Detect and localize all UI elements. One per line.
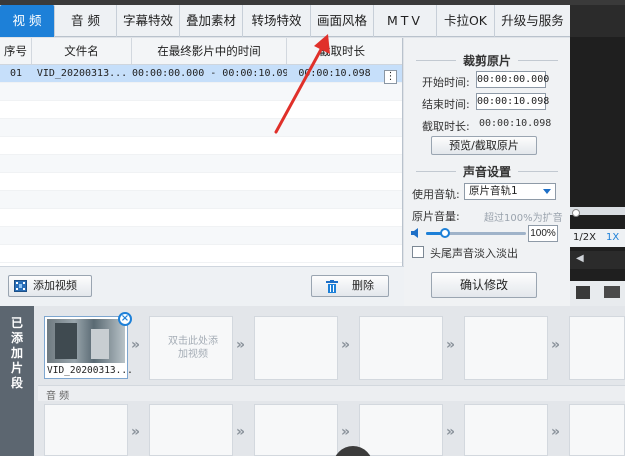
player-transport: ◀: [570, 251, 625, 269]
empty-row: [0, 101, 402, 119]
empty-clip-slot[interactable]: 双击此处添加视频: [149, 316, 233, 380]
video-list-toolbar: 添加视频 删除: [0, 266, 404, 306]
end-time-input[interactable]: 00:00:10.098: [476, 93, 549, 110]
crop-section-title: 裁剪原片: [404, 52, 570, 69]
fade-checkbox[interactable]: [412, 246, 424, 258]
video-list-table: 序号 文件名 在最终影片中的时间 截取时长 01 VID_20200313...…: [0, 38, 403, 266]
volume-slider-knob[interactable]: [440, 228, 450, 238]
clip-preview-image: [47, 319, 125, 363]
timeline-panel: 已添加片段 VID_20200313... × » 双击此处添加视频 » » »…: [0, 306, 625, 456]
speed-half-button[interactable]: 1/2X: [573, 229, 596, 247]
empty-row: [0, 83, 402, 101]
added-clips-side-tab[interactable]: 已添加片段: [0, 306, 34, 456]
volume-hint: 超过100%为扩音: [484, 213, 563, 224]
audio-slot[interactable]: [569, 404, 625, 456]
chevron-right-icon: »: [131, 424, 140, 440]
row-more-options-icon[interactable]: ⋮: [384, 70, 397, 84]
chevron-right-icon: »: [236, 337, 245, 353]
remove-clip-icon[interactable]: ×: [118, 312, 132, 326]
snapshot-icon[interactable]: [576, 286, 590, 299]
cell-index: 01: [9, 68, 23, 79]
film-add-icon: [14, 280, 27, 292]
chevron-right-icon: »: [341, 424, 350, 440]
column-header-index: 序号: [0, 38, 32, 64]
cell-time-range: 00:00:00.000 - 00:00:10.098: [132, 68, 287, 79]
audio-track-value: 原片音轨1: [469, 185, 518, 197]
chevron-right-icon: »: [551, 337, 560, 353]
empty-row: [0, 119, 402, 137]
chevron-down-icon: [543, 189, 551, 194]
volume-label: 原片音量:: [412, 210, 460, 223]
table-header: 序号 文件名 在最终影片中的时间 截取时长: [0, 38, 402, 65]
annotation-arrow-icon: [274, 34, 330, 134]
player-tools: [570, 281, 625, 306]
audio-slot[interactable]: [149, 404, 233, 456]
tab-overlay-material[interactable]: 叠加素材: [180, 5, 243, 37]
speed-controls: 1/2X 1X: [570, 229, 625, 247]
placeholder-text: 双击此处添加视频: [168, 336, 218, 360]
audio-slot[interactable]: [254, 404, 338, 456]
chevron-right-icon: »: [236, 424, 245, 440]
tab-karaoke[interactable]: 卡拉OK: [437, 5, 495, 37]
tab-mtv[interactable]: MTV: [374, 5, 437, 37]
clip-filename: VID_20200313...: [47, 365, 133, 376]
preview-player-area: 1/2X 1X ◀: [570, 37, 625, 306]
tab-subtitle-effects[interactable]: 字幕特效: [117, 5, 180, 37]
column-header-time-range: 在最终影片中的时间: [132, 38, 287, 64]
empty-row: [0, 245, 402, 263]
chevron-right-icon: »: [446, 424, 455, 440]
empty-row: [0, 137, 402, 155]
chevron-right-icon: »: [131, 337, 140, 353]
cell-filename: VID_20200313...: [36, 68, 128, 79]
duration-label: 截取时长:: [422, 120, 470, 133]
delete-label: 删除: [352, 279, 374, 292]
fade-label: 头尾声音淡入淡出: [430, 247, 518, 260]
start-time-label: 开始时间:: [422, 76, 470, 89]
speaker-icon: [411, 228, 418, 238]
empty-clip-slot[interactable]: [359, 316, 443, 380]
trash-icon: [326, 280, 338, 293]
empty-row: [0, 209, 402, 227]
empty-clip-slot[interactable]: [254, 316, 338, 380]
video-clip-thumbnail[interactable]: VID_20200313...: [44, 316, 133, 379]
tab-audio[interactable]: 音 频: [55, 5, 117, 37]
properties-panel: 裁剪原片 开始时间: 00:00:00.000 结束时间: 00:00:10.0…: [404, 38, 570, 306]
add-video-button[interactable]: 添加视频: [8, 275, 92, 297]
empty-row: [0, 191, 402, 209]
audio-track-label: 使用音轨:: [412, 188, 460, 201]
end-time-label: 结束时间:: [422, 98, 470, 111]
empty-row: [0, 155, 402, 173]
chevron-right-icon: »: [446, 337, 455, 353]
preview-crop-button[interactable]: 预览/截取原片: [431, 136, 537, 155]
delete-button[interactable]: 删除: [311, 275, 389, 297]
empty-row: [0, 227, 402, 245]
start-time-input[interactable]: 00:00:00.000: [476, 71, 549, 88]
sound-section-title: 声音设置: [404, 163, 570, 180]
progress-knob[interactable]: [572, 209, 580, 217]
audio-track-divider: 音 频: [38, 385, 625, 402]
audio-track-label: 音 频: [46, 391, 70, 402]
audio-slot[interactable]: [464, 404, 548, 456]
empty-clip-slot[interactable]: [569, 316, 625, 380]
table-row[interactable]: 01 VID_20200313... 00:00:00.000 - 00:00:…: [0, 65, 402, 83]
empty-row: [0, 173, 402, 191]
audio-track-select[interactable]: 原片音轨1: [464, 183, 556, 200]
chevron-right-icon: »: [551, 424, 560, 440]
folder-icon[interactable]: [604, 286, 620, 298]
column-header-filename: 文件名: [32, 38, 132, 64]
window-corner-area: [570, 5, 625, 37]
rewind-icon[interactable]: ◀: [576, 253, 584, 264]
speed-normal-button[interactable]: 1X: [606, 229, 619, 247]
audio-slot[interactable]: [44, 404, 128, 456]
chevron-right-icon: »: [341, 337, 350, 353]
duration-value: 00:00:10.098: [479, 118, 552, 129]
volume-value-input[interactable]: 100%: [528, 225, 558, 242]
side-tab-label: 已添加片段: [10, 316, 23, 390]
confirm-modify-button[interactable]: 确认修改: [431, 272, 537, 298]
tab-video[interactable]: 视 频: [0, 5, 55, 37]
empty-clip-slot[interactable]: [464, 316, 548, 380]
audio-slot[interactable]: [359, 404, 443, 456]
add-video-label: 添加视频: [33, 279, 77, 292]
tab-upgrade-service[interactable]: 升级与服务: [495, 5, 570, 37]
